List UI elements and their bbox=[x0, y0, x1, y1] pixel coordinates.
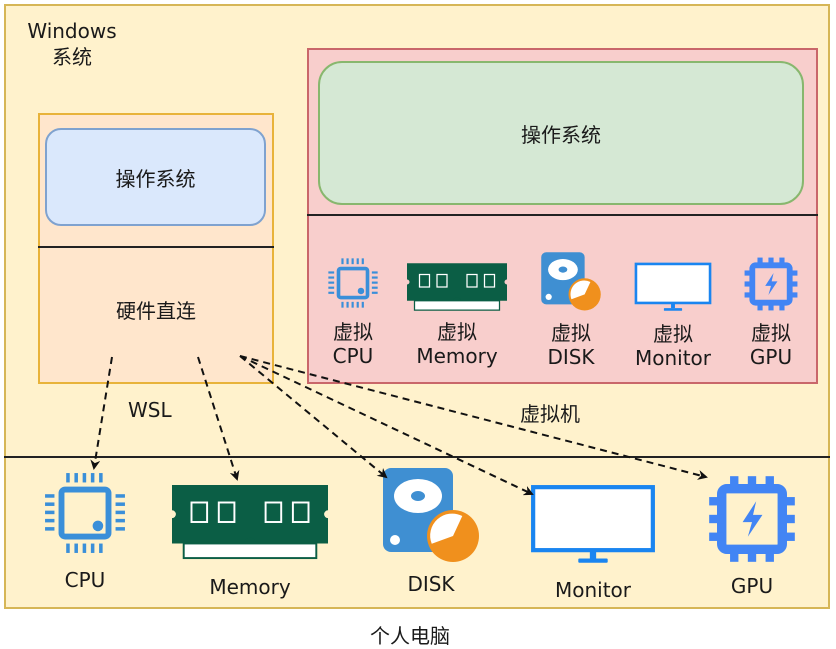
vm-device-memory: 虚拟 Memory bbox=[403, 262, 511, 368]
pc-device-label: CPU bbox=[64, 568, 106, 592]
memory-icon bbox=[405, 262, 509, 312]
vm-device-label: Memory bbox=[416, 344, 498, 368]
vm-device-label: CPU bbox=[332, 344, 374, 368]
memory-icon bbox=[168, 483, 332, 561]
pc-device-memory: Memory bbox=[166, 483, 334, 599]
windows-label-line1: Windows bbox=[27, 19, 117, 43]
vm-virtual-prefix: 虚拟 bbox=[653, 322, 693, 346]
pc-caption: 个人电脑 bbox=[370, 624, 450, 648]
cpu-icon bbox=[38, 466, 132, 560]
pc-device-label: Monitor bbox=[554, 578, 632, 602]
gpu-icon bbox=[705, 472, 799, 566]
pc-device-gpu: GPU bbox=[700, 472, 804, 598]
pc-device-label: GPU bbox=[730, 574, 774, 598]
vm-separator bbox=[307, 214, 818, 216]
pc-device-cpu: CPU bbox=[30, 466, 140, 592]
wsl-separator bbox=[38, 246, 274, 248]
vm-device-monitor: 虚拟 Monitor bbox=[628, 262, 718, 370]
wsl-os-label: 操作系统 bbox=[115, 166, 196, 191]
vm-device-gpu: 虚拟 GPU bbox=[736, 255, 806, 369]
vm-virtual-prefix: 虚拟 bbox=[551, 321, 591, 345]
wsl-os-box: 操作系统 bbox=[45, 128, 266, 226]
pc-device-monitor: Monitor bbox=[528, 484, 658, 602]
vm-device-cpu: 虚拟 CPU bbox=[318, 254, 388, 368]
pc-device-label: DISK bbox=[407, 572, 455, 596]
hardware-direct-label: 硬件直连 bbox=[116, 299, 196, 323]
vm-os-box: 操作系统 bbox=[318, 61, 804, 205]
gpu-icon bbox=[742, 255, 800, 313]
pc-device-disk: DISK bbox=[375, 466, 487, 596]
monitor-icon bbox=[632, 262, 714, 314]
windows-label-line2: 系统 bbox=[52, 45, 92, 69]
vm-os-label: 操作系统 bbox=[521, 122, 601, 147]
vm-device-disk: 虚拟 DISK bbox=[536, 251, 606, 369]
monitor-icon bbox=[530, 484, 656, 568]
wsl-caption: WSL bbox=[128, 398, 172, 422]
pc-device-label: Memory bbox=[209, 575, 291, 599]
vm-virtual-prefix: 虚拟 bbox=[333, 320, 373, 344]
vm-device-label: DISK bbox=[547, 345, 595, 369]
vm-device-label: Monitor bbox=[634, 346, 712, 370]
windows-system-label: Windows 系统 bbox=[24, 18, 120, 70]
vm-virtual-prefix: 虚拟 bbox=[437, 320, 477, 344]
cpu-icon bbox=[324, 254, 382, 312]
vm-virtual-prefix: 虚拟 bbox=[751, 321, 791, 345]
pc-hardware-divider bbox=[4, 456, 830, 458]
disk-icon bbox=[381, 466, 481, 566]
disk-icon bbox=[540, 251, 602, 313]
vm-device-label: GPU bbox=[749, 345, 793, 369]
vm-caption: 虚拟机 bbox=[520, 402, 580, 426]
